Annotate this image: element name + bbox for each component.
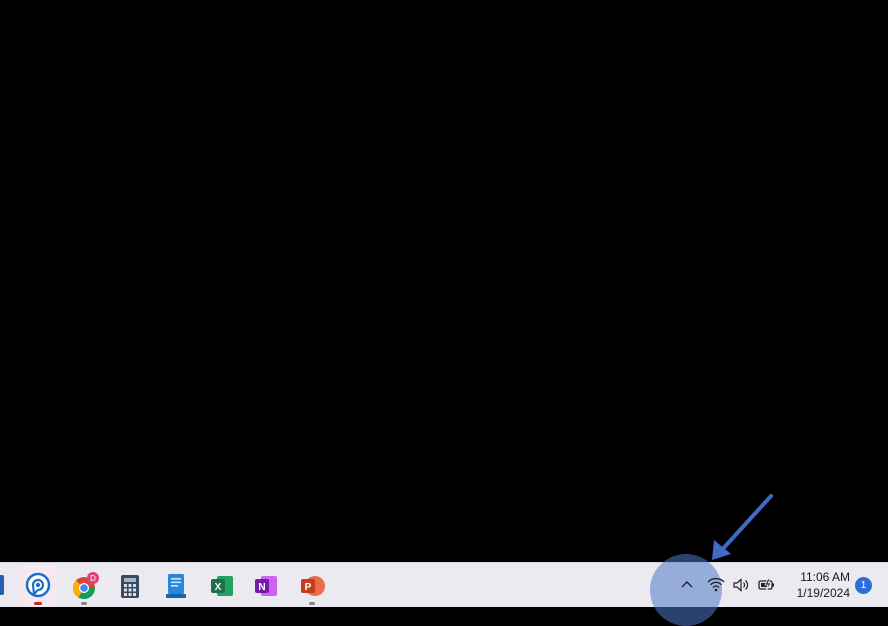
volume-icon[interactable] <box>732 577 750 593</box>
taskbar-app-onenote[interactable]: N <box>246 566 286 606</box>
taskbar-app-powerpoint[interactable]: P <box>292 566 332 606</box>
onenote-letter: N <box>258 582 265 593</box>
notification-badge[interactable]: 1 <box>855 577 872 594</box>
clock-date: 1/19/2024 <box>796 586 850 600</box>
taskbar-app-document[interactable] <box>156 566 196 606</box>
chrome-icon: D <box>73 572 99 599</box>
taskbar-clock[interactable]: 11:06 AM 1/19/2024 <box>786 569 850 601</box>
onenote-icon: N <box>255 576 277 596</box>
taskbar-app-excel[interactable]: X <box>202 566 242 606</box>
battery-charging-icon[interactable] <box>757 576 777 594</box>
partial-app-icon[interactable] <box>0 575 4 595</box>
running-indicator <box>309 602 315 605</box>
excel-icon: X <box>211 576 233 596</box>
active-indicator <box>34 602 42 605</box>
excel-letter: X <box>215 582 222 593</box>
document-icon <box>166 574 186 598</box>
annotation-arrow-icon <box>712 494 773 560</box>
profile-badge-letter: D <box>90 574 96 583</box>
taskbar-app-assistant[interactable] <box>18 566 58 606</box>
powerpoint-icon: P <box>301 576 325 596</box>
wifi-icon[interactable] <box>707 576 725 592</box>
taskbar-app-calculator[interactable] <box>110 566 150 606</box>
chevron-up-icon[interactable] <box>680 578 694 590</box>
chat-bubble-icon <box>25 572 51 598</box>
calculator-icon <box>121 575 139 598</box>
clock-time: 11:06 AM <box>800 570 850 584</box>
taskbar-app-chrome[interactable]: D <box>64 566 104 606</box>
powerpoint-letter: P <box>305 582 312 593</box>
running-indicator <box>81 602 87 605</box>
